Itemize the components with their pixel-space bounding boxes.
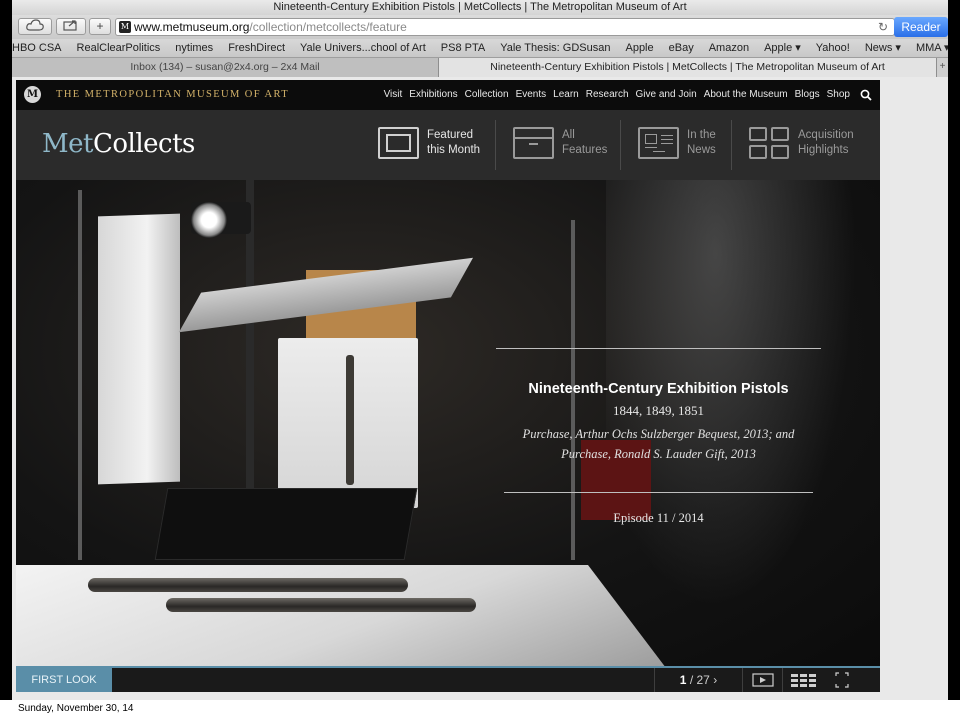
thumbnail-grid-icon bbox=[791, 674, 816, 687]
bookmark-item[interactable]: Yale Univers...chool of Art bbox=[300, 42, 426, 54]
url-host: www.metmuseum.org bbox=[134, 20, 250, 34]
play-icon bbox=[752, 673, 774, 687]
play-button[interactable] bbox=[742, 668, 782, 692]
search-icon[interactable] bbox=[860, 89, 872, 101]
nav-link[interactable]: Shop bbox=[827, 89, 850, 100]
plus-icon: + bbox=[96, 19, 104, 33]
metcollects-logo[interactable]: MetCollects bbox=[42, 129, 195, 159]
met-page: M THE METROPOLITAN MUSEUM OF ART Visit Ex… bbox=[16, 80, 880, 692]
bookmarks-bar: HBO CSA RealClearPolitics nytimes FreshDire… bbox=[12, 39, 948, 58]
footer-date: Sunday, November 30, 14 bbox=[18, 703, 134, 714]
share-button[interactable] bbox=[56, 18, 86, 35]
address-bar[interactable]: M www.metmuseum.org/collection/metcollec… bbox=[115, 18, 895, 36]
thumbnail-grid-button[interactable] bbox=[782, 668, 822, 692]
nav-label: In the News bbox=[687, 129, 716, 156]
feature-years: 1844, 1849, 1851 bbox=[613, 403, 704, 418]
divider bbox=[496, 348, 821, 349]
met-header: M THE METROPOLITAN MUSEUM OF ART Visit Ex… bbox=[16, 80, 880, 110]
feature-hero-photo[interactable]: Nineteenth-Century Exhibition Pistols 18… bbox=[16, 180, 880, 668]
feature-credit: Purchase, Arthur Ochs Sulzberger Bequest… bbox=[496, 424, 821, 464]
light-stand bbox=[78, 190, 82, 560]
browser-toolbar: + M www.metmuseum.org/collection/metcoll… bbox=[12, 15, 948, 39]
grid-icon bbox=[749, 127, 790, 159]
chevron-right-icon[interactable]: › bbox=[713, 673, 717, 687]
nav-link[interactable]: Visit bbox=[384, 89, 403, 100]
current-slide: 1 bbox=[679, 673, 687, 687]
window-title: Nineteenth-Century Exhibition Pistols | … bbox=[12, 0, 948, 15]
pistol-two bbox=[166, 598, 476, 612]
url-path: /collection/metcollects/feature bbox=[249, 20, 407, 34]
first-look-tab[interactable]: FIRST LOOK bbox=[16, 668, 112, 692]
museum-name[interactable]: THE METROPOLITAN MUSEUM OF ART bbox=[56, 89, 289, 100]
cloud-icon bbox=[26, 19, 44, 31]
slide-counter: 1 / 27 › bbox=[654, 668, 742, 692]
photo-reflector-panel bbox=[98, 213, 180, 485]
bookmark-item[interactable]: eBay bbox=[669, 42, 694, 54]
divider bbox=[731, 120, 732, 170]
box-icon bbox=[513, 127, 554, 159]
tab-met-pistols[interactable]: Nineteenth-Century Exhibition Pistols | … bbox=[439, 58, 937, 77]
bookmark-item[interactable]: Apple ▾ bbox=[764, 42, 801, 54]
camera-lens bbox=[191, 202, 227, 238]
nav-link[interactable]: Events bbox=[516, 89, 547, 100]
newspaper-icon bbox=[638, 127, 679, 159]
fullscreen-icon bbox=[835, 672, 849, 688]
pistol-one bbox=[88, 578, 408, 592]
bookmark-item[interactable]: HBO CSA bbox=[12, 42, 62, 54]
nav-link[interactable]: Blogs bbox=[795, 89, 820, 100]
episode-label: Episode 11 / 2014 bbox=[613, 511, 704, 525]
bookmark-item[interactable]: Apple bbox=[625, 42, 653, 54]
bookmark-item[interactable]: FreshDirect bbox=[228, 42, 285, 54]
tab-bar: Inbox (134) – susan@2x4.org – 2x4 Mail N… bbox=[12, 58, 948, 77]
credit-line: Purchase, Arthur Ochs Sulzberger Bequest… bbox=[522, 427, 795, 441]
nav-link[interactable]: About the Museum bbox=[704, 89, 788, 100]
feature-title[interactable]: Nineteenth-Century Exhibition Pistols bbox=[496, 381, 821, 397]
main-nav: Visit Exhibitions Collection Events Learn Res… bbox=[377, 89, 850, 100]
bookmark-item[interactable]: Amazon bbox=[709, 42, 749, 54]
new-tab-button[interactable]: + bbox=[937, 58, 948, 77]
met-favicon-icon: M bbox=[119, 21, 131, 33]
nav-link[interactable]: Exhibitions bbox=[409, 89, 457, 100]
nav-label: Acquisition Highlights bbox=[798, 129, 854, 156]
nav-in-the-news[interactable]: In the News bbox=[638, 120, 738, 170]
camera-stand-base bbox=[154, 488, 418, 560]
add-bookmark-button[interactable]: + bbox=[89, 18, 111, 35]
slideshow-bar: FIRST LOOK 1 / 27 › bbox=[16, 666, 880, 692]
tab-inbox[interactable]: Inbox (134) – susan@2x4.org – 2x4 Mail bbox=[12, 58, 439, 77]
nav-label: Featured this Month bbox=[427, 129, 481, 156]
feature-caption: Nineteenth-Century Exhibition Pistols 18… bbox=[496, 348, 821, 526]
bookmark-item[interactable]: PS8 PTA bbox=[441, 42, 485, 54]
divider bbox=[620, 120, 621, 170]
bookmark-item[interactable]: News ▾ bbox=[865, 42, 901, 54]
nav-link[interactable]: Collection bbox=[465, 89, 509, 100]
bookmark-item[interactable]: nytimes bbox=[175, 42, 213, 54]
reload-icon[interactable]: ↻ bbox=[878, 19, 888, 35]
bookmark-item[interactable]: Yahoo! bbox=[816, 42, 850, 54]
total-slides: / 27 bbox=[689, 673, 710, 687]
nav-acquisition-highlights[interactable]: Acquisition Highlights bbox=[749, 120, 874, 170]
bookmark-item[interactable]: Yale Thesis: GDSusan bbox=[500, 42, 610, 54]
metcollects-bar: MetCollects Featured this Month All Feat… bbox=[16, 110, 880, 180]
nav-link[interactable]: Research bbox=[586, 89, 629, 100]
divider bbox=[504, 492, 813, 493]
reader-button[interactable]: Reader bbox=[894, 17, 948, 37]
bookmark-item[interactable]: RealClearPolitics bbox=[77, 42, 161, 54]
share-icon bbox=[63, 20, 77, 31]
nav-label: All Features bbox=[562, 129, 608, 156]
footer-strip bbox=[0, 700, 960, 720]
pistol-upright bbox=[346, 355, 354, 485]
met-logo[interactable]: M bbox=[24, 86, 41, 103]
cloud-tabs-button[interactable] bbox=[18, 18, 52, 35]
fullscreen-button[interactable] bbox=[822, 668, 862, 692]
frame-icon bbox=[378, 127, 419, 159]
bookmark-item[interactable]: MMA ▾ bbox=[916, 42, 948, 54]
nav-featured-this-month[interactable]: Featured this Month bbox=[378, 120, 498, 170]
divider bbox=[495, 120, 496, 170]
nav-all-features[interactable]: All Features bbox=[513, 120, 623, 170]
nav-link[interactable]: Give and Join bbox=[636, 89, 697, 100]
nav-link[interactable]: Learn bbox=[553, 89, 579, 100]
credit-line: Purchase, Ronald S. Lauder Gift, 2013 bbox=[561, 447, 756, 461]
